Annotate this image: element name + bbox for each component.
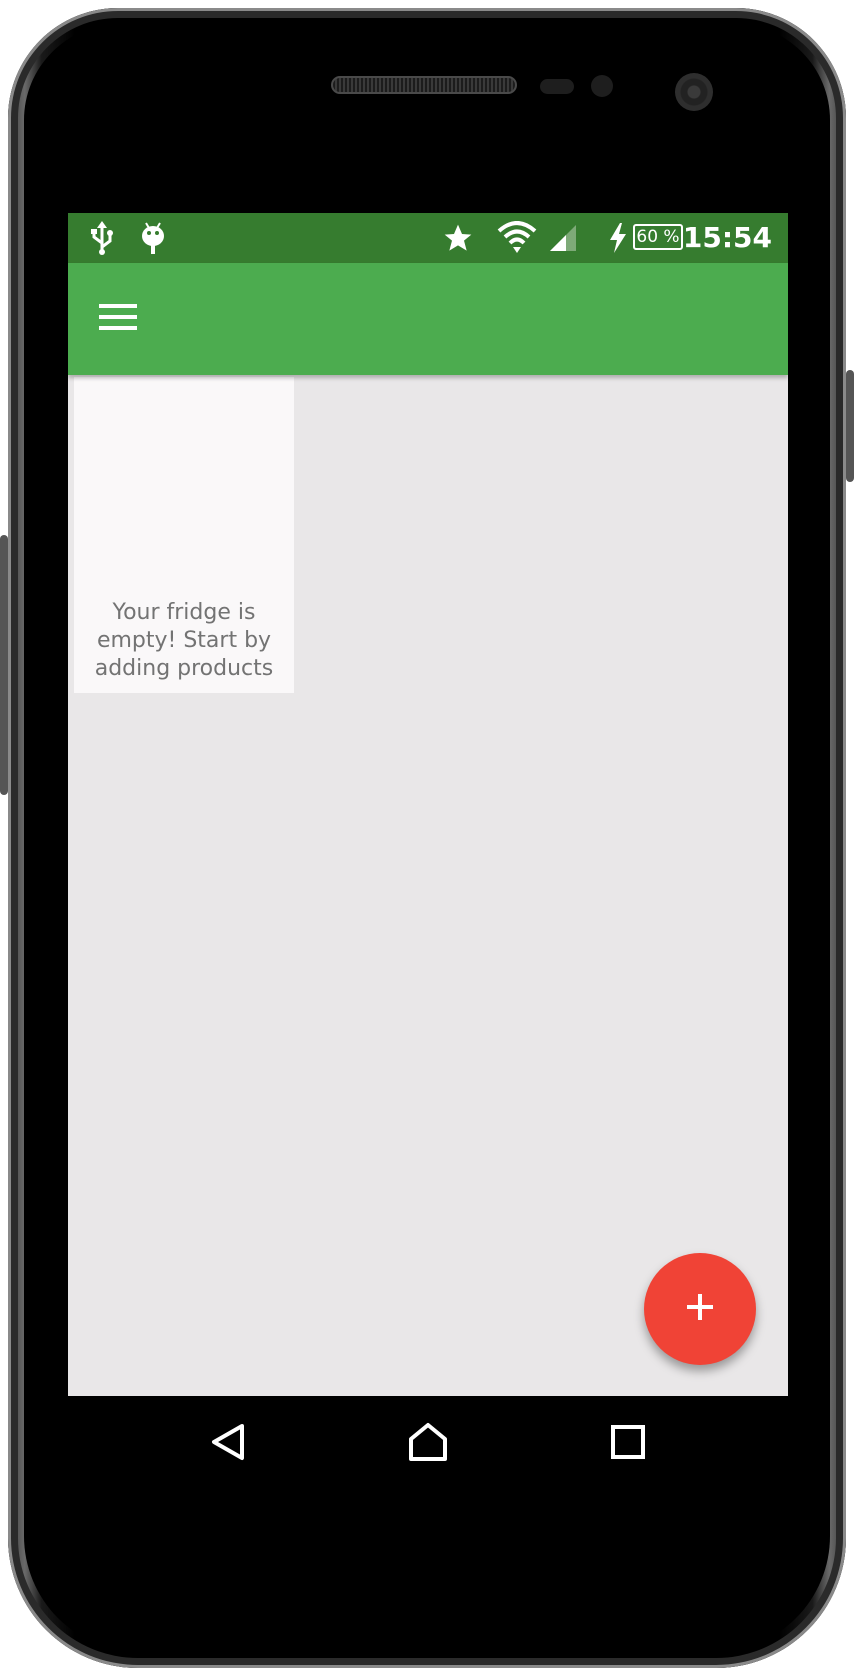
hamburger-menu-button[interactable]: [88, 289, 148, 349]
power-button: [846, 370, 854, 482]
empty-fridge-panel: Your fridge is empty! Start by adding pr…: [74, 377, 294, 693]
status-clock: 15:54: [682, 221, 772, 254]
empty-state-message: Your fridge is empty! Start by adding pr…: [94, 600, 274, 681]
cell-signal-icon: [546, 213, 580, 263]
home-button[interactable]: [380, 1396, 476, 1493]
back-button[interactable]: [180, 1396, 276, 1493]
screen: 60 % 15:54 Your fridge is empty! Start b…: [68, 213, 788, 1493]
app-toolbar: [68, 263, 788, 375]
battery-level: 60 %: [636, 227, 680, 247]
earpiece-speaker: [331, 76, 517, 94]
charging-icon: [606, 213, 630, 263]
volume-button: [0, 535, 8, 795]
status-bar: 60 % 15:54: [68, 213, 788, 263]
star-icon: [440, 213, 476, 263]
proximity-sensor: [540, 79, 574, 94]
back-icon: [208, 1422, 248, 1467]
battery-icon: 60 %: [633, 224, 683, 250]
hamburger-menu-icon: [99, 302, 137, 337]
navigation-bar: [68, 1396, 788, 1493]
home-icon: [407, 1421, 449, 1468]
front-camera: [675, 73, 713, 111]
usb-icon: [88, 213, 116, 263]
plus-icon: [685, 1292, 715, 1327]
light-sensor: [591, 75, 613, 97]
recents-button[interactable]: [580, 1396, 676, 1493]
recents-icon: [610, 1424, 646, 1465]
add-product-fab[interactable]: [644, 1253, 756, 1365]
wifi-icon: [496, 213, 538, 263]
android-debug-icon: [138, 213, 168, 263]
